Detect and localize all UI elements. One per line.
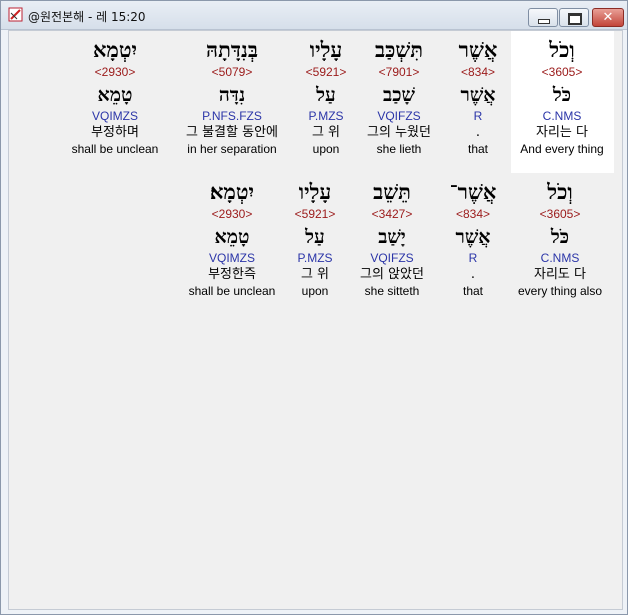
strong-number[interactable]: <2930>	[177, 207, 287, 221]
hebrew-word: יִטְמָא׃	[209, 179, 255, 204]
close-icon: ✕	[602, 10, 614, 25]
close-button[interactable]: ✕	[592, 8, 624, 27]
window-title: @원전본해 - 레 15:20	[28, 10, 146, 24]
korean-gloss: 그 불결할 동안에	[186, 125, 278, 140]
lemma-word: נִדָּה	[218, 84, 246, 106]
lemma-word: טָמֵא	[97, 84, 133, 106]
parse-code[interactable]: VQIMZS	[60, 109, 170, 124]
english-gloss: shall be unclean	[188, 284, 276, 298]
maximize-icon	[568, 13, 582, 25]
title-bar[interactable]: @원전본해 - 레 15:20 ✕	[1, 1, 627, 30]
parse-code[interactable]: VQIMZS	[177, 251, 287, 266]
lemma-word: טָמֵא	[214, 226, 250, 248]
interlinear-panel[interactable]: וְכֹל <3605> כֹּל C.NMS 자리는 다 And every …	[8, 30, 623, 610]
english-gloss: in her separation	[187, 142, 277, 156]
hebrew-word: בְּנִדָּתָהּ	[206, 37, 258, 62]
minimize-button[interactable]	[528, 8, 558, 27]
strong-number[interactable]: <2930>	[60, 65, 170, 79]
parse-code[interactable]: P.NFS.FZS	[167, 109, 297, 124]
word-cell[interactable]: יִטְמָא׃ <2930> טָמֵא VQIMZS 부정한즉 shall …	[177, 177, 287, 298]
app-window: @원전본해 - 레 15:20 ✕ וְכֹל <3605> כֹּל C.NM…	[0, 0, 628, 615]
bible-app-icon	[8, 7, 23, 22]
korean-gloss: 부정하며	[91, 125, 139, 140]
hebrew-word: יִטְמָא	[92, 37, 138, 62]
strong-number[interactable]: <5079>	[167, 65, 297, 79]
maximize-button[interactable]	[559, 8, 589, 27]
english-gloss: shall be unclean	[71, 142, 159, 156]
word-cell[interactable]: בְּנִדָּתָהּ <5079> נִדָּה P.NFS.FZS 그 불…	[167, 35, 297, 156]
word-cell[interactable]: יִטְמָא <2930> טָמֵא VQIMZS 부정하며 shall b…	[60, 35, 170, 156]
korean-gloss: 부정한즉	[208, 267, 256, 282]
minimize-icon	[538, 19, 550, 24]
